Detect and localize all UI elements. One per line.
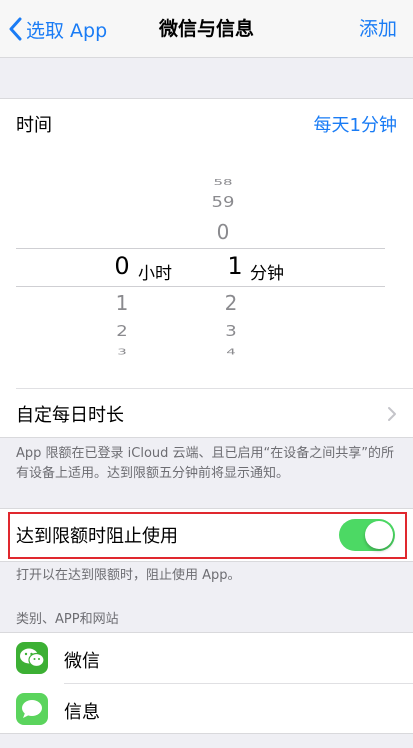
picker-minutes-below-3: 4 (226, 347, 236, 357)
apps-section-header: 类别、APP和网站 (16, 612, 119, 627)
navigation-bar: 选取 App 微信与信息 添加 (0, 0, 413, 58)
highlight-box (8, 512, 407, 559)
messages-icon (16, 693, 48, 725)
duration-picker[interactable]: 0 小时 1 2 3 58 59 0 1 分钟 2 3 4 (0, 149, 413, 389)
picker-minutes-below-1: 2 (224, 291, 238, 315)
custom-daily-row[interactable]: 自定每日时长 (16, 389, 413, 439)
picker-minutes-below-2: 3 (225, 322, 237, 341)
picker-hours-below-2: 2 (116, 322, 128, 341)
page-title: 微信与信息 (158, 18, 254, 40)
picker-selection-line-top (16, 248, 385, 249)
time-value: 每天1分钟 (313, 115, 397, 136)
list-item[interactable]: 信息 (0, 684, 413, 734)
block-footnote: 打开以在达到限额时，阻止使用 App。 (16, 568, 241, 583)
app-label: 微信 (64, 651, 100, 672)
picker-minutes-above-2: 59 (211, 193, 235, 212)
wechat-icon (16, 642, 48, 674)
add-button[interactable]: 添加 (359, 14, 397, 44)
picker-hours-below-3: 3 (117, 347, 127, 357)
list-item[interactable]: 微信 (0, 633, 413, 683)
picker-hours-below-1: 1 (115, 291, 129, 315)
custom-daily-label: 自定每日时长 (16, 405, 124, 426)
picker-minutes-above-1: 58 (213, 177, 233, 187)
chevron-right-icon (388, 407, 396, 421)
picker-selection-line-bottom (16, 286, 385, 287)
apps-group: 微信 信息 (0, 632, 413, 734)
limit-footnote: App 限额在已登录 iCloud 云端、且已启用“在设备之间共享”的所有设备上… (16, 446, 395, 481)
app-label: 信息 (64, 702, 100, 723)
time-row[interactable]: 时间 每天1分钟 (16, 99, 413, 149)
time-settings-group: 时间 每天1分钟 0 小时 1 2 3 58 59 0 1 分钟 2 3 4 自… (0, 98, 413, 438)
time-label: 时间 (16, 115, 52, 136)
picker-minutes-above-3: 0 (216, 220, 230, 244)
picker-minutes-unit: 分钟 (250, 264, 284, 284)
picker-hours-unit: 小时 (138, 264, 172, 284)
